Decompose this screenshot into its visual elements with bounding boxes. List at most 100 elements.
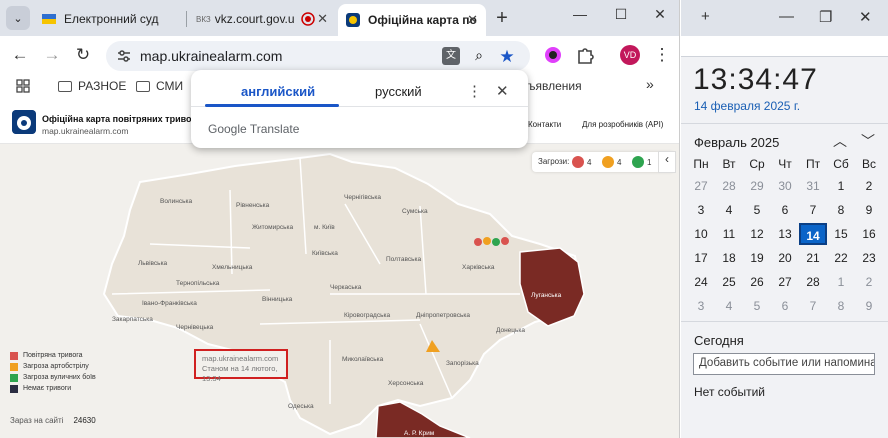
calendar-month-label[interactable]: Февраль 2025 bbox=[694, 135, 779, 150]
close-window-icon[interactable]: ✕ bbox=[859, 8, 872, 26]
clock-time: 13:34:47 bbox=[693, 63, 818, 96]
calendar-day[interactable]: 9 bbox=[855, 295, 883, 317]
calendar-day[interactable]: 17 bbox=[687, 247, 715, 269]
calendar-day[interactable]: 4 bbox=[715, 295, 743, 317]
translate-lang-english-tab[interactable]: английский bbox=[241, 84, 315, 99]
weekday-label: Вс bbox=[861, 157, 876, 171]
region-label: Донецька bbox=[496, 327, 526, 334]
calendar-day[interactable]: 31 bbox=[799, 175, 827, 197]
calendar-day[interactable]: 10 bbox=[687, 223, 715, 245]
calendar-day[interactable]: 25 bbox=[715, 271, 743, 293]
bookmark-folder-smi[interactable]: СМИ bbox=[136, 79, 183, 93]
region-label: А. Р. Крим bbox=[404, 430, 435, 437]
threat-air-count[interactable]: 4 bbox=[572, 156, 591, 168]
nav-contacts[interactable]: Контакти bbox=[528, 120, 561, 129]
bookmark-obyavleniya[interactable]: ъявления bbox=[528, 79, 582, 93]
calendar-day[interactable]: 21 bbox=[799, 247, 827, 269]
tab-vkz-court[interactable]: ВКЗ vkz.court.gov.u ✕ bbox=[188, 4, 336, 34]
translate-close-icon[interactable]: ✕ bbox=[496, 82, 509, 100]
calendar-day[interactable]: 7 bbox=[799, 295, 827, 317]
browser-window: ⌄ Електронний суд ВКЗ vkz.court.gov.u ✕ … bbox=[0, 0, 680, 438]
weekday-label: Сб bbox=[833, 157, 849, 171]
maximize-icon[interactable]: ☐ bbox=[606, 6, 636, 23]
zoom-icon[interactable]: ⌕ bbox=[470, 47, 488, 65]
extension-color-icon[interactable] bbox=[543, 45, 563, 65]
calendar-day[interactable]: 7 bbox=[799, 199, 827, 221]
calendar-day[interactable]: 1 bbox=[827, 271, 855, 293]
weekday-label: Пн bbox=[693, 157, 709, 171]
bookmarks-overflow-button[interactable]: » bbox=[646, 76, 654, 92]
calendar-day[interactable]: 29 bbox=[743, 175, 771, 197]
back-arrow-icon[interactable]: ← bbox=[10, 45, 30, 65]
maximize-icon[interactable]: ❐ bbox=[819, 8, 832, 26]
threat-street-count[interactable]: 1 bbox=[632, 156, 651, 168]
browser-menu-icon[interactable]: ⋮ bbox=[652, 45, 672, 65]
calendar-day-today[interactable]: 14 bbox=[799, 223, 827, 245]
bookmark-star-icon[interactable]: ★ bbox=[498, 47, 516, 66]
minimize-icon[interactable]: — bbox=[779, 8, 794, 25]
calendar-day[interactable]: 1 bbox=[827, 175, 855, 197]
bookmark-folder-raznoe[interactable]: РАЗНОЕ bbox=[58, 79, 126, 93]
calendar-day[interactable]: 28 bbox=[799, 271, 827, 293]
calendar-day[interactable]: 23 bbox=[855, 247, 883, 269]
site-settings-icon[interactable] bbox=[116, 48, 132, 64]
calendar-day[interactable]: 20 bbox=[771, 247, 799, 269]
calendar-day[interactable]: 24 bbox=[687, 271, 715, 293]
region-label: Закарпатська bbox=[112, 316, 153, 323]
calendar-day[interactable]: 3 bbox=[687, 199, 715, 221]
nav-api[interactable]: Для розробників (API) bbox=[582, 120, 663, 129]
calendar-day[interactable]: 5 bbox=[743, 295, 771, 317]
tab-close-icon[interactable]: ✕ bbox=[317, 11, 328, 27]
calendar-day[interactable]: 27 bbox=[687, 175, 715, 197]
translate-icon[interactable]: 文 bbox=[442, 47, 460, 65]
ukrainealarm-logo-icon[interactable] bbox=[12, 110, 36, 134]
calendar-day[interactable]: 26 bbox=[743, 271, 771, 293]
calendar-day[interactable]: 28 bbox=[715, 175, 743, 197]
calendar-day[interactable]: 2 bbox=[855, 175, 883, 197]
profile-avatar[interactable]: VD bbox=[620, 45, 640, 65]
calendar-day[interactable]: 4 bbox=[715, 199, 743, 221]
calendar-day[interactable]: 18 bbox=[715, 247, 743, 269]
calendar-day[interactable]: 8 bbox=[827, 199, 855, 221]
calendar-day[interactable]: 16 bbox=[855, 223, 883, 245]
tab-ukrainealarm-map[interactable]: Офіційна карта по ✕ bbox=[338, 4, 486, 36]
calendar-day[interactable]: 15 bbox=[827, 223, 855, 245]
new-tab-button[interactable]: + bbox=[701, 8, 710, 25]
calendar-day[interactable]: 12 bbox=[743, 223, 771, 245]
translate-options-icon[interactable]: ⋮ bbox=[467, 82, 482, 100]
threat-artillery-count[interactable]: 4 bbox=[602, 156, 621, 168]
calendar-day[interactable]: 2 bbox=[855, 271, 883, 293]
close-window-icon[interactable]: ✕ bbox=[645, 6, 675, 23]
calendar-day[interactable]: 13 bbox=[771, 223, 799, 245]
address-bar[interactable]: map.ukrainealarm.com 文 ⌕ ★ bbox=[106, 41, 530, 71]
calendar-day[interactable]: 19 bbox=[743, 247, 771, 269]
calendar-day[interactable]: 22 bbox=[827, 247, 855, 269]
new-tab-button[interactable]: + bbox=[490, 6, 514, 30]
tab-close-icon[interactable]: ✕ bbox=[467, 12, 478, 28]
clock-date[interactable]: 14 февраля 2025 г. bbox=[694, 99, 800, 113]
calendar-day[interactable]: 6 bbox=[771, 295, 799, 317]
profile-initials: VD bbox=[623, 50, 637, 60]
calendar-day[interactable]: 11 bbox=[715, 223, 743, 245]
calendar-day[interactable]: 30 bbox=[771, 175, 799, 197]
minimize-icon[interactable]: — bbox=[565, 6, 595, 22]
calendar-day[interactable]: 27 bbox=[771, 271, 799, 293]
legend-label: Загроза артобстрілу bbox=[23, 363, 89, 370]
calendar-day[interactable]: 3 bbox=[687, 295, 715, 317]
apps-grid-icon[interactable] bbox=[16, 79, 30, 93]
translate-lang-russian-tab[interactable]: русский bbox=[375, 84, 422, 99]
tab-e-court[interactable]: Електронний суд bbox=[34, 4, 184, 34]
calendar-day[interactable]: 8 bbox=[827, 295, 855, 317]
previous-month-chevron-icon[interactable]: ︿ bbox=[833, 131, 847, 151]
next-month-chevron-icon[interactable]: ﹀ bbox=[861, 131, 875, 151]
collapse-panel-chevron-icon[interactable]: ‹ bbox=[658, 151, 676, 173]
add-event-input[interactable]: Добавить событие или напомина bbox=[693, 353, 875, 375]
legend-swatch bbox=[10, 351, 18, 360]
calendar-day[interactable]: 9 bbox=[855, 199, 883, 221]
tab-search-button[interactable]: ⌄ bbox=[6, 6, 30, 30]
calendar-day[interactable]: 6 bbox=[771, 199, 799, 221]
extensions-puzzle-icon[interactable] bbox=[575, 45, 595, 65]
calendar-day[interactable]: 5 bbox=[743, 199, 771, 221]
forward-arrow-icon[interactable]: → bbox=[42, 45, 62, 65]
reload-icon[interactable]: ↻ bbox=[73, 45, 93, 65]
